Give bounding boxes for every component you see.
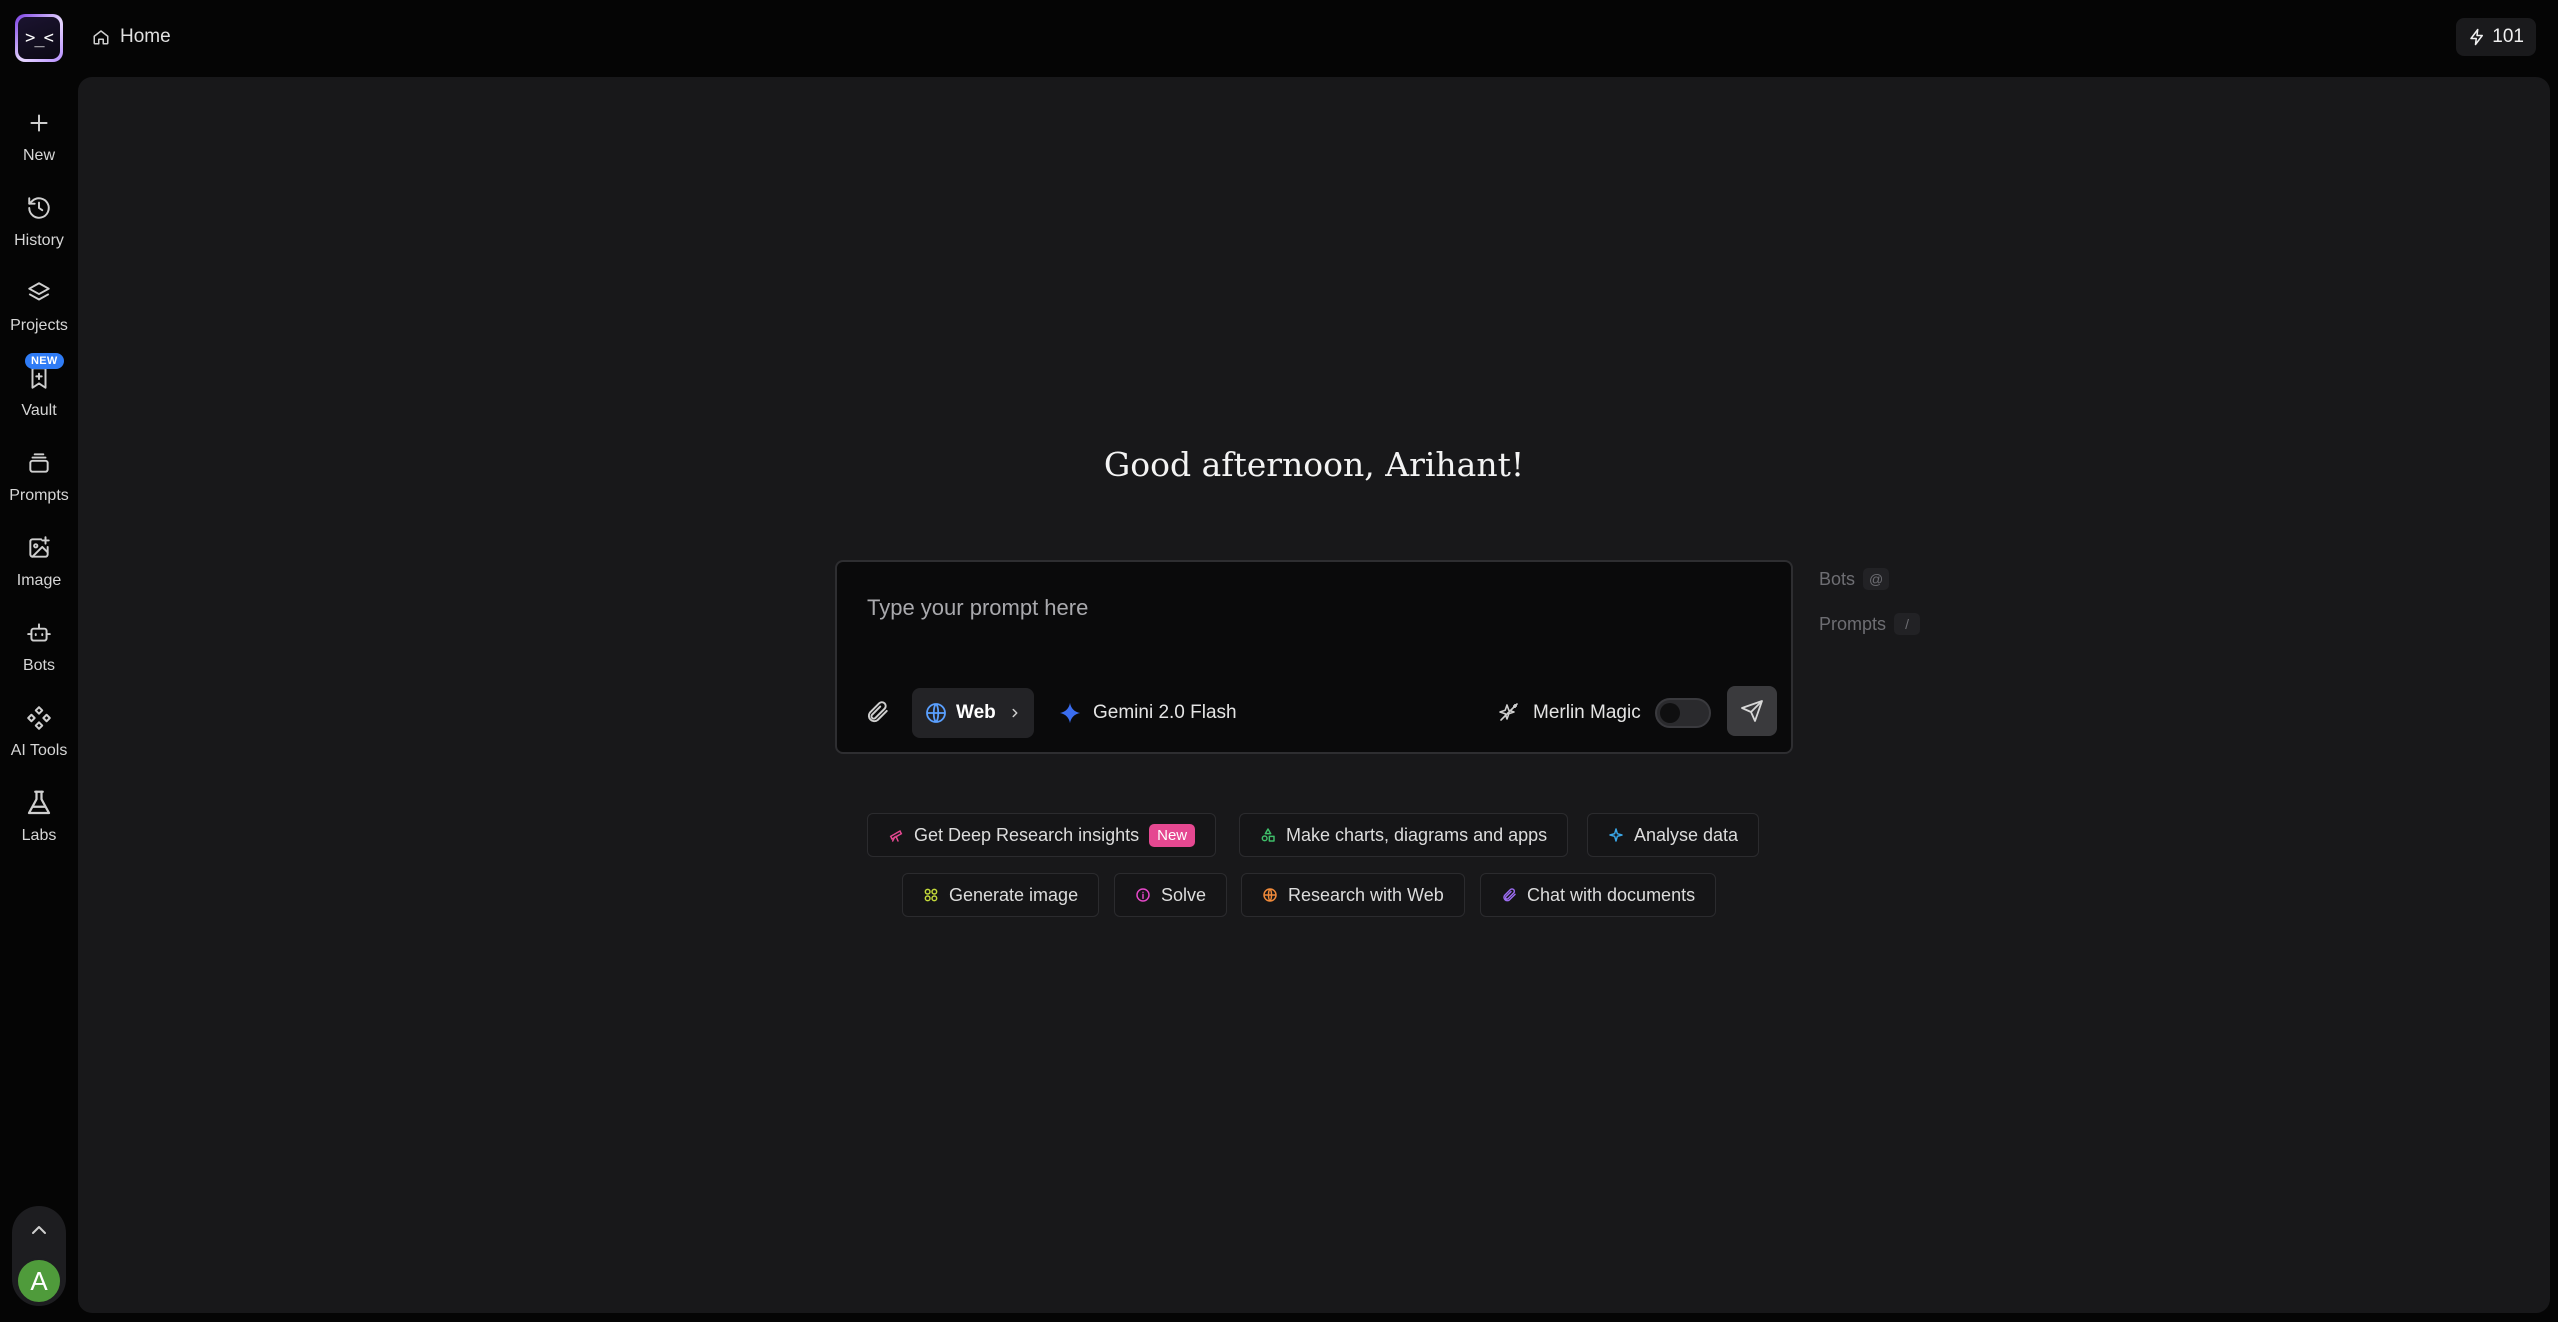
sidebar-item-label: Vault (21, 402, 57, 419)
tools-icon (27, 706, 51, 730)
sidebar-item-vault[interactable]: NEW Vault (0, 353, 78, 433)
sidebar-item-label: Prompts (9, 487, 69, 504)
lightning-icon (2470, 28, 2484, 46)
sidebar-item-label: New (22, 147, 55, 164)
chevron-up-icon (32, 1226, 46, 1234)
send-button[interactable] (1727, 686, 1777, 736)
prompts-hint[interactable]: Prompts / (1819, 613, 1921, 635)
suggestion-label: Get Deep Research insights (914, 824, 1140, 845)
suggestion-research-web[interactable]: Research with Web (1241, 873, 1465, 917)
suggestion-label: Generate image (949, 884, 1079, 905)
merlin-magic: Merlin Magic (1497, 688, 1711, 738)
suggestion-label: Chat with documents (1527, 884, 1696, 905)
sidebar-item-labs[interactable]: Labs (0, 782, 78, 858)
suggestion-analyse-data[interactable]: Analyse data (1587, 813, 1760, 857)
telescope-icon (888, 827, 904, 843)
sidebar-item-label: Image (16, 572, 62, 589)
globe-icon (926, 703, 946, 723)
app-logo[interactable]: >_< (15, 14, 63, 62)
greeting: Good afternoon, Arihant! (1103, 445, 1525, 484)
suggestion-charts[interactable]: Make charts, diagrams and apps (1239, 813, 1569, 857)
suggestion-deep-research[interactable]: Get Deep Research insights New (867, 813, 1217, 857)
bot-icon (27, 623, 51, 642)
sparkles-icon (1499, 703, 1518, 721)
model-label: Gemini 2.0 Flash (1093, 702, 1237, 723)
prompts-hint-label: Prompts (1819, 613, 1887, 634)
sidebar-item-ai-tools[interactable]: AI Tools (0, 697, 78, 773)
sidebar-item-label: Bots (22, 657, 55, 674)
suggestion-generate-image[interactable]: Generate image (902, 873, 1100, 917)
send-icon (1741, 700, 1763, 722)
gemini-icon (1059, 702, 1081, 724)
app-root: >_< New History Projects NEW Vault Promp… (0, 0, 2558, 1322)
web-mode-button[interactable]: Web (912, 688, 1034, 738)
sidebar-item-history[interactable]: History (0, 187, 78, 263)
logo-glyph: >_< (18, 17, 60, 59)
sidebar-item-label: AI Tools (10, 742, 68, 759)
bots-hint-key: @ (1863, 568, 1890, 590)
breadcrumb-label: Home (120, 26, 171, 47)
sidebar-item-new[interactable]: New (0, 102, 78, 178)
suggestion-chat-documents[interactable]: Chat with documents (1480, 873, 1717, 917)
sidebar-item-label: Projects (10, 317, 68, 334)
suggestion-label: Make charts, diagrams and apps (1286, 824, 1548, 845)
shapes-icon (1260, 827, 1276, 843)
sidebar-item-image[interactable]: Image (0, 527, 78, 603)
paperclip-icon (867, 701, 888, 723)
bots-hint[interactable]: Bots @ (1819, 568, 1890, 590)
prompt-box: Web Gemini 2.0 Flash Merlin Magic (835, 560, 1793, 754)
suggestion-label: Analyse data (1634, 824, 1739, 845)
home-icon (93, 30, 109, 45)
sidebar-item-prompts[interactable]: Prompts (0, 442, 78, 518)
sparkle-icon (1608, 827, 1624, 843)
layers-icon (28, 282, 50, 301)
prompts-hint-key: / (1894, 613, 1921, 635)
new-badge: NEW (25, 353, 64, 369)
suggestion-solve[interactable]: Solve (1114, 873, 1228, 917)
merlin-magic-label: Merlin Magic (1533, 702, 1641, 723)
web-mode-label: Web (956, 702, 996, 723)
bots-hint-label: Bots (1819, 568, 1856, 589)
suggestion-label: Research with Web (1288, 884, 1444, 905)
flask-icon (27, 790, 51, 815)
model-selector[interactable]: Gemini 2.0 Flash (1059, 688, 1237, 738)
plus-icon (30, 114, 48, 132)
toggle-knob (1659, 703, 1680, 723)
sidebar-item-label: History (14, 232, 64, 249)
image-add-icon (29, 536, 50, 558)
avatar[interactable]: A (16, 1258, 62, 1304)
suggestion-label: Solve (1161, 884, 1207, 905)
merlin-magic-toggle[interactable] (1654, 698, 1711, 728)
chevron-right-icon (1012, 708, 1018, 718)
main-panel: Good afternoon, Arihant! Web Gemini 2.0 … (78, 77, 2550, 1313)
attach-button[interactable] (861, 696, 893, 728)
prompt-input[interactable] (867, 588, 1747, 628)
paperclip-icon (1501, 887, 1517, 903)
new-badge: New (1149, 823, 1196, 847)
globe-icon (1262, 887, 1278, 903)
info-icon (1135, 887, 1151, 903)
stack-icon (29, 453, 49, 473)
history-icon (28, 197, 50, 219)
sidebar-item-label: Labs (21, 827, 57, 844)
sidebar-item-bots[interactable]: Bots (0, 612, 78, 688)
credits-count: 101 (2492, 26, 2524, 47)
sidebar-item-projects[interactable]: Projects (0, 272, 78, 348)
credits-badge[interactable]: 101 (2456, 18, 2536, 56)
image-grid-icon (923, 887, 939, 903)
breadcrumb[interactable]: Home (92, 22, 171, 52)
sidebar: >_< New History Projects NEW Vault Promp… (0, 0, 78, 1322)
